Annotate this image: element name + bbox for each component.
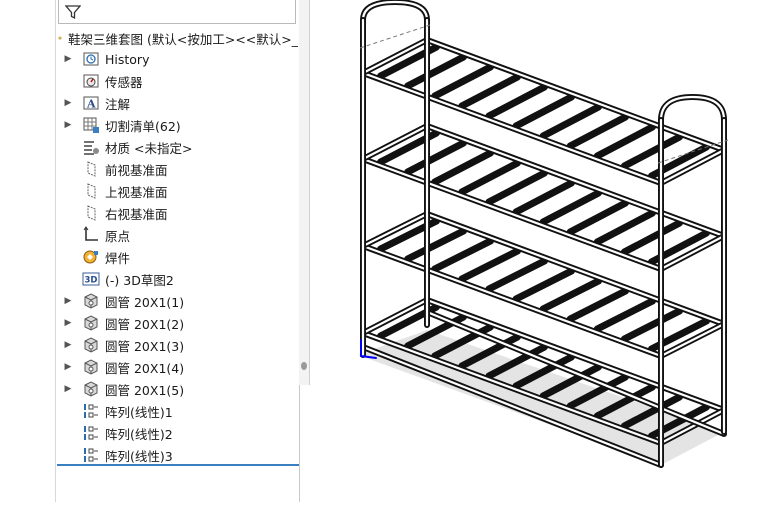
- rollback-bar[interactable]: [57, 464, 299, 466]
- shelf-slat: [566, 287, 629, 323]
- 3d-sketch-icon: 3D: [82, 270, 100, 288]
- tree-item[interactable]: 上视基准面: [56, 180, 299, 202]
- tree-item-label: 切割清单(62): [105, 118, 181, 134]
- shelf-slat: [512, 267, 575, 303]
- tree-item[interactable]: 阵列(线性)1: [56, 400, 299, 422]
- tree-item-label: 注解: [105, 96, 131, 112]
- tree-item[interactable]: 阵列(线性)2: [56, 422, 299, 444]
- tree-item[interactable]: 3D (-) 3D草图2: [56, 268, 299, 290]
- sensor-icon: [82, 72, 100, 90]
- tree-root-label: 鞋架三维套图 (默认<按加工><<默认>_: [68, 31, 298, 47]
- shelf-slat: [620, 307, 683, 343]
- origin-icon: [82, 226, 100, 244]
- svg-text:3D: 3D: [85, 276, 98, 286]
- tree-item-label: 圆管 20X1(1): [105, 294, 185, 310]
- tree-item[interactable]: 阵列(线性)3: [56, 444, 299, 466]
- structural-member-icon: [82, 358, 100, 376]
- tree-item-label: 阵列(线性)1: [105, 404, 173, 420]
- tree-item-label: 上视基准面: [105, 184, 168, 200]
- plane-icon: [82, 182, 100, 200]
- tree-item[interactable]: ▶ 圆管 20X1(4): [56, 356, 299, 378]
- tree-item-label: 圆管 20X1(5): [105, 382, 185, 398]
- structural-member-icon: [82, 292, 100, 310]
- tree-item[interactable]: ▶ History: [56, 48, 299, 70]
- expand-arrow-icon[interactable]: ▶: [62, 318, 74, 328]
- tree-root-part[interactable]: 鞋架三维套图 (默认<按加工><<默认>_: [58, 28, 298, 48]
- plane-icon: [82, 204, 100, 222]
- material-icon: [82, 138, 100, 156]
- linear-pattern-icon: [82, 446, 100, 464]
- shelf-slat: [458, 247, 521, 283]
- tree-item[interactable]: ▶ 圆管 20X1(1): [56, 290, 299, 312]
- weldment-icon: [82, 248, 100, 266]
- plane-icon: [82, 160, 100, 178]
- structural-member-icon: [82, 336, 100, 354]
- tree-item-label: 焊件: [105, 250, 131, 266]
- expand-arrow-icon[interactable]: ▶: [62, 296, 74, 306]
- tree-item[interactable]: 前视基准面: [56, 158, 299, 180]
- tree-item-label: 材质 <未指定>: [105, 140, 193, 156]
- annotation-icon: A: [82, 94, 100, 112]
- tree-item-label: 前视基准面: [105, 162, 168, 178]
- filter-field[interactable]: [58, 0, 296, 24]
- tree-item[interactable]: 材质 <未指定>: [56, 136, 299, 158]
- expand-arrow-icon[interactable]: ▶: [62, 384, 74, 394]
- structural-member-icon: [82, 380, 100, 398]
- tree-item-label: 圆管 20X1(4): [105, 360, 185, 376]
- tree-item[interactable]: 焊件: [56, 246, 299, 268]
- structural-member-icon: [82, 314, 100, 332]
- tree-item[interactable]: ▶ A 注解: [56, 92, 299, 114]
- shelf-back-rail-highlight: [425, 38, 726, 152]
- tree-item-label: 右视基准面: [105, 206, 168, 222]
- linear-pattern-icon: [82, 424, 100, 442]
- filter-icon: [65, 5, 81, 20]
- tree-item-label: 圆管 20X1(3): [105, 338, 185, 354]
- expand-arrow-icon[interactable]: ▶: [62, 54, 74, 64]
- graphics-viewport[interactable]: [310, 0, 761, 502]
- shelf-slat: [485, 257, 548, 293]
- left-arch: [360, 0, 430, 45]
- tree-item-label: 阵列(线性)3: [105, 448, 173, 464]
- shoe-rack-model: [358, 0, 729, 468]
- svg-text:A: A: [86, 98, 96, 111]
- tree-item-label: History: [105, 51, 150, 67]
- tree-item[interactable]: 右视基准面: [56, 202, 299, 224]
- cut-list-icon: [82, 116, 100, 134]
- shelf-slat: [431, 237, 494, 273]
- splitter-grip[interactable]: [301, 362, 307, 370]
- part-icon: [58, 36, 62, 40]
- tree-item[interactable]: 传感器: [56, 70, 299, 92]
- shelf-slat: [404, 227, 467, 263]
- expand-arrow-icon[interactable]: ▶: [62, 98, 74, 108]
- tree-item-label: 阵列(线性)2: [105, 426, 173, 442]
- tree-item[interactable]: ▶ 圆管 20X1(2): [56, 312, 299, 334]
- tree-item-label: (-) 3D草图2: [105, 272, 174, 288]
- feature-manager-tree: 鞋架三维套图 (默认<按加工><<默认>_ ▶ History 传感器 ▶ A 注解 ▶ 切割…: [56, 0, 300, 502]
- tree-item[interactable]: ▶ 圆管 20X1(3): [56, 334, 299, 356]
- tree-item[interactable]: ▶ 切割清单(62): [56, 114, 299, 136]
- panel-splitter[interactable]: [299, 0, 310, 385]
- tree-item-label: 传感器: [105, 74, 143, 90]
- linear-pattern-icon: [82, 402, 100, 420]
- tree-item-label: 圆管 20X1(2): [105, 316, 185, 332]
- expand-arrow-icon[interactable]: ▶: [62, 340, 74, 350]
- expand-arrow-icon[interactable]: ▶: [62, 120, 74, 130]
- shelf-slat: [593, 297, 656, 333]
- tree-item-label: 原点: [105, 228, 131, 244]
- tree-item[interactable]: 原点: [56, 224, 299, 246]
- history-icon: [82, 50, 100, 68]
- expand-arrow-icon[interactable]: ▶: [62, 362, 74, 372]
- tree-item[interactable]: ▶ 圆管 20X1(5): [56, 378, 299, 400]
- shelf-slat: [539, 277, 602, 313]
- left-toolbar-strip: [0, 0, 56, 502]
